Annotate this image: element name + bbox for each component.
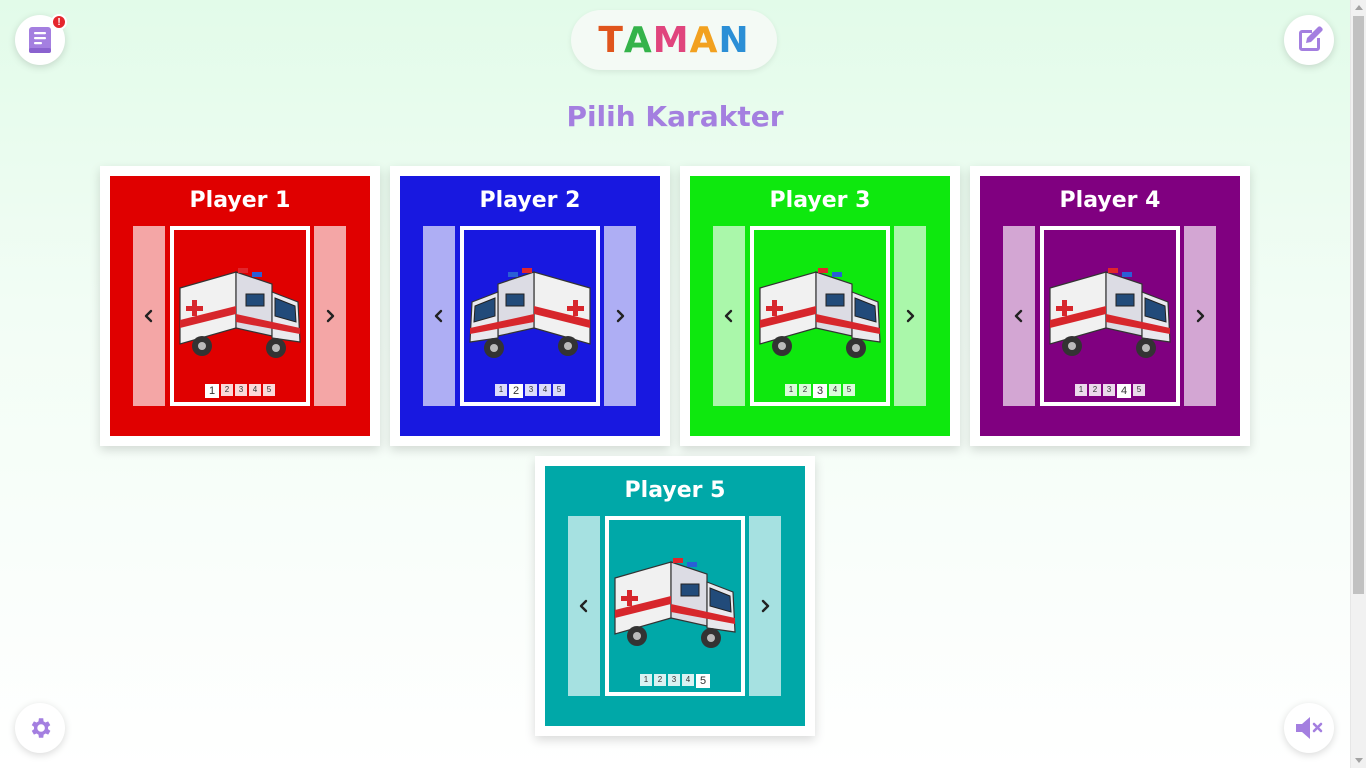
chevron-left-icon [434,309,443,323]
book-button[interactable]: ! [15,14,67,65]
prev-character-button[interactable] [423,226,455,406]
character-preview[interactable]: 12345 [1040,226,1180,406]
character-preview[interactable]: 12345 [750,226,890,406]
chevron-left-icon [724,309,733,323]
page-dot[interactable]: 5 [553,384,565,396]
page-scrollbar[interactable] [1350,0,1366,768]
chevron-left-icon [1014,309,1023,323]
notification-badge: ! [51,14,67,30]
player-title: Player 4 [1059,188,1161,213]
gear-icon [31,718,51,738]
ambulance-illustration [179,268,301,358]
page-title: Pilih Karakter [566,100,784,133]
next-character-button[interactable] [894,226,926,406]
page-dot[interactable]: 2 [799,384,811,396]
character-preview[interactable]: 12345 [460,226,600,406]
player-title: Player 5 [624,478,726,503]
logo[interactable]: TAMAN [571,10,777,70]
player-card: Player 2 12345 [390,166,670,446]
logo-letter: T [598,19,624,61]
player-title: Player 2 [479,188,581,213]
logo-letter: A [689,19,719,61]
scroll-up-arrow[interactable] [1355,5,1363,10]
page-dot[interactable]: 1 [785,384,797,396]
page-dot[interactable]: 2 [1089,384,1101,396]
player-panel: Player 3 12345 [690,176,950,436]
player-title: Player 3 [769,188,871,213]
page-dot[interactable]: 3 [668,674,680,686]
character-pager: 12345 [754,384,886,398]
page-dot[interactable]: 5 [696,674,710,688]
page-dot[interactable]: 4 [829,384,841,396]
player-card: Player 1 12345 [100,166,380,446]
next-character-button[interactable] [604,226,636,406]
scroll-down-arrow[interactable] [1355,758,1363,763]
page-dot[interactable]: 3 [813,384,827,398]
player-panel: Player 2 12345 [400,176,660,436]
ambulance-illustration [614,558,736,648]
chevron-right-icon [326,309,335,323]
chevron-right-icon [906,309,915,323]
player-card: Player 4 12345 [970,166,1250,446]
next-character-button[interactable] [1184,226,1216,406]
chevron-right-icon [761,599,770,613]
page-dot[interactable]: 3 [1103,384,1115,396]
player-panel: Player 1 12345 [110,176,370,436]
next-character-button[interactable] [749,516,781,696]
page-dot[interactable]: 1 [640,674,652,686]
chevron-right-icon [1196,309,1205,323]
edit-button[interactable] [1284,15,1334,65]
ambulance-illustration [469,268,591,358]
page-dot[interactable]: 1 [205,384,219,398]
ambulance-illustration [759,268,881,358]
page-dot[interactable]: 2 [654,674,666,686]
mute-button[interactable] [1284,703,1334,753]
page-dot[interactable]: 1 [495,384,507,396]
page-dot[interactable]: 5 [843,384,855,396]
page-dot[interactable]: 2 [509,384,523,398]
book-icon [29,27,51,53]
logo-letter: A [623,19,653,61]
page-dot[interactable]: 1 [1075,384,1087,396]
prev-character-button[interactable] [1003,226,1035,406]
character-pager: 12345 [174,384,306,398]
player-title: Player 1 [189,188,291,213]
prev-character-button[interactable] [133,226,165,406]
edit-icon [1299,26,1323,51]
chevron-left-icon [144,309,153,323]
page-dot[interactable]: 2 [221,384,233,396]
player-card: Player 5 12345 [535,456,815,736]
character-preview[interactable]: 12345 [170,226,310,406]
page-dot[interactable]: 4 [682,674,694,686]
page-dot[interactable]: 4 [539,384,551,396]
logo-letter: M [652,19,690,61]
page-dot[interactable]: 4 [249,384,261,396]
page-dot[interactable]: 5 [263,384,275,396]
page-dot[interactable]: 3 [525,384,537,396]
character-preview[interactable]: 12345 [605,516,745,696]
page-dot[interactable]: 3 [235,384,247,396]
page-dot[interactable]: 4 [1117,384,1131,398]
logo-letter: N [718,19,750,61]
prev-character-button[interactable] [568,516,600,696]
chevron-right-icon [616,309,625,323]
settings-button[interactable] [15,703,65,753]
prev-character-button[interactable] [713,226,745,406]
volume-mute-icon [1296,717,1323,739]
scroll-thumb[interactable] [1353,16,1364,594]
character-pager: 12345 [609,674,741,688]
logo-text: TAMAN [598,20,749,61]
player-panel: Player 4 12345 [980,176,1240,436]
player-panel: Player 5 12345 [545,466,805,726]
ambulance-illustration [1049,268,1171,358]
player-card: Player 3 12345 [680,166,960,446]
character-pager: 12345 [1044,384,1176,398]
character-pager: 12345 [464,384,596,398]
page-dot[interactable]: 5 [1133,384,1145,396]
next-character-button[interactable] [314,226,346,406]
chevron-left-icon [579,599,588,613]
